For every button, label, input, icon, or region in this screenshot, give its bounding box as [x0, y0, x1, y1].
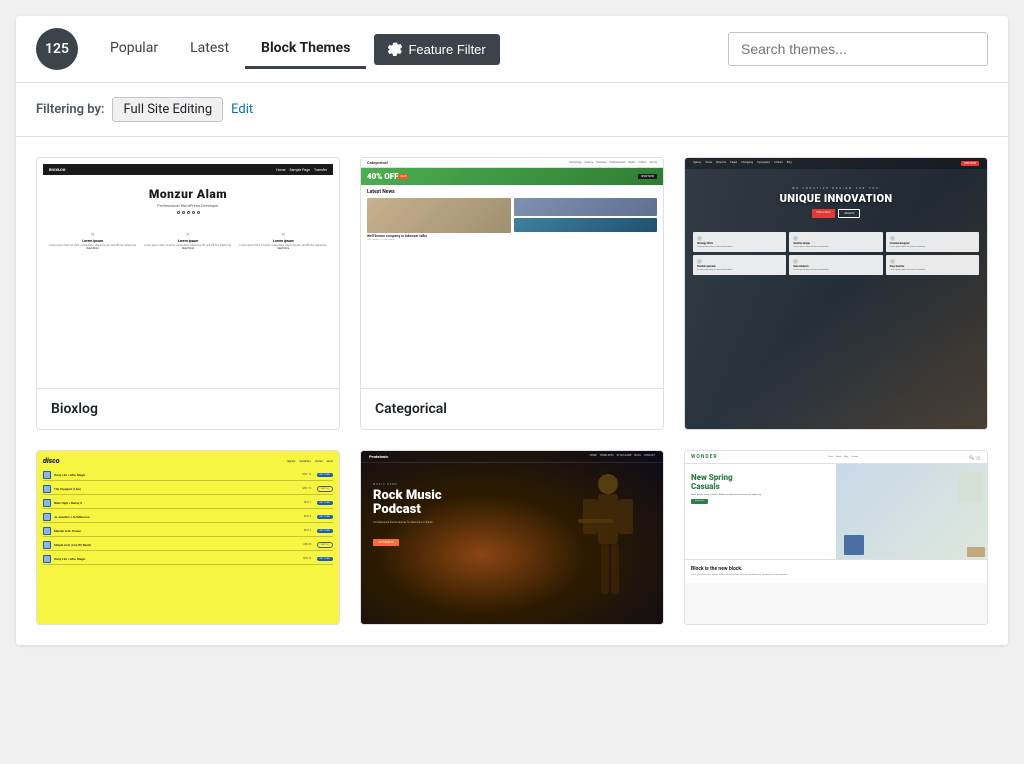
- top-bar: 125 Popular Latest Block Themes Feature …: [16, 16, 1008, 83]
- theme-preview-bioxlog: BIOXLOG Home Sample Page Transfer Monzur…: [37, 158, 339, 388]
- search-icon: 🔍: [969, 455, 974, 460]
- list-item: Simple Acts (Live W/ Band) APR 30 WAITLI…: [43, 539, 333, 551]
- theme-card-gutenify-agency[interactable]: Agency Home About Us Pages Changelog Typ…: [684, 157, 988, 430]
- feature-filter-button[interactable]: Feature Filter: [374, 34, 499, 65]
- nav-tabs: Popular Latest Block Themes Feature Filt…: [94, 30, 728, 69]
- list-item: The Voyagers (Live) MAY 13 WAITLIST: [43, 483, 333, 495]
- main-container: 125 Popular Latest Block Themes Feature …: [16, 16, 1008, 645]
- tab-latest[interactable]: Latest: [174, 30, 245, 69]
- disco-event-list: Harry Lim + Mrs. Magic MAY 14 BUY TICKET…: [43, 469, 333, 565]
- theme-name-pentatonic: Pentatonic: [361, 624, 663, 625]
- theme-name-bioxlog: Bioxlog: [37, 388, 339, 429]
- theme-count-badge: 125: [36, 28, 78, 70]
- tab-block-themes[interactable]: Block Themes: [245, 30, 366, 69]
- filtering-by-label: Filtering by:: [36, 102, 104, 117]
- theme-card-categorical[interactable]: Categorical Technology Science Business …: [360, 157, 664, 430]
- filter-bar: Filtering by: Full Site Editing Edit: [16, 83, 1008, 137]
- theme-card-yith-wonder[interactable]: WONDER Shop About Blog Contact 🔍 🛒 New S…: [684, 450, 988, 625]
- search-box: [728, 32, 988, 66]
- list-item: Harry Lim + Mrs. Magic APR 22 BUY TICKET: [43, 553, 333, 565]
- tab-popular[interactable]: Popular: [94, 30, 174, 69]
- bioxlog-header: BIOXLOG Home Sample Page Transfer: [43, 164, 333, 175]
- theme-preview-yith: WONDER Shop About Blog Contact 🔍 🛒 New S…: [685, 451, 987, 624]
- theme-card-disco[interactable]: disco agenda residents+ stories about Ha…: [36, 450, 340, 625]
- theme-name-disco: Disco: [37, 624, 339, 625]
- gear-icon: [388, 42, 402, 56]
- theme-name-yith-wonder: YITH Wonder: [685, 624, 987, 625]
- list-item: Harry Lim + Mrs. Magic MAY 14 BUY TICKET: [43, 469, 333, 481]
- search-input[interactable]: [728, 32, 988, 66]
- cart-icon: 🛒: [976, 455, 981, 460]
- list-item: Niels High + Benny S MAY 7 BUY TICKET: [43, 497, 333, 509]
- theme-name-categorical: Categorical: [361, 388, 663, 429]
- theme-preview-agency: Agency Home About Us Pages Changelog Typ…: [685, 158, 987, 429]
- edit-filter-link[interactable]: Edit: [231, 102, 253, 117]
- theme-preview-categorical: Categorical Technology Science Business …: [361, 158, 663, 388]
- theme-name-gutenify-agency: Gutenify Agency: [685, 429, 987, 430]
- list-item: Jo Joachim + DJ Mina Fox MAY 6 BUY TICKE…: [43, 511, 333, 523]
- theme-preview-pentatonic: Pentatonic HOME TEMPLATES STYLE GUIDE BL…: [361, 451, 663, 624]
- theme-preview-disco: disco agenda residents+ stories about Ha…: [37, 451, 339, 624]
- list-item: Mambo & Dr. House MAY 5 BUY TICKET: [43, 525, 333, 537]
- theme-card-bioxlog[interactable]: BIOXLOG Home Sample Page Transfer Monzur…: [36, 157, 340, 430]
- themes-grid: BIOXLOG Home Sample Page Transfer Monzur…: [16, 137, 1008, 645]
- theme-card-pentatonic[interactable]: Pentatonic HOME TEMPLATES STYLE GUIDE BL…: [360, 450, 664, 625]
- filter-tag: Full Site Editing: [112, 97, 223, 122]
